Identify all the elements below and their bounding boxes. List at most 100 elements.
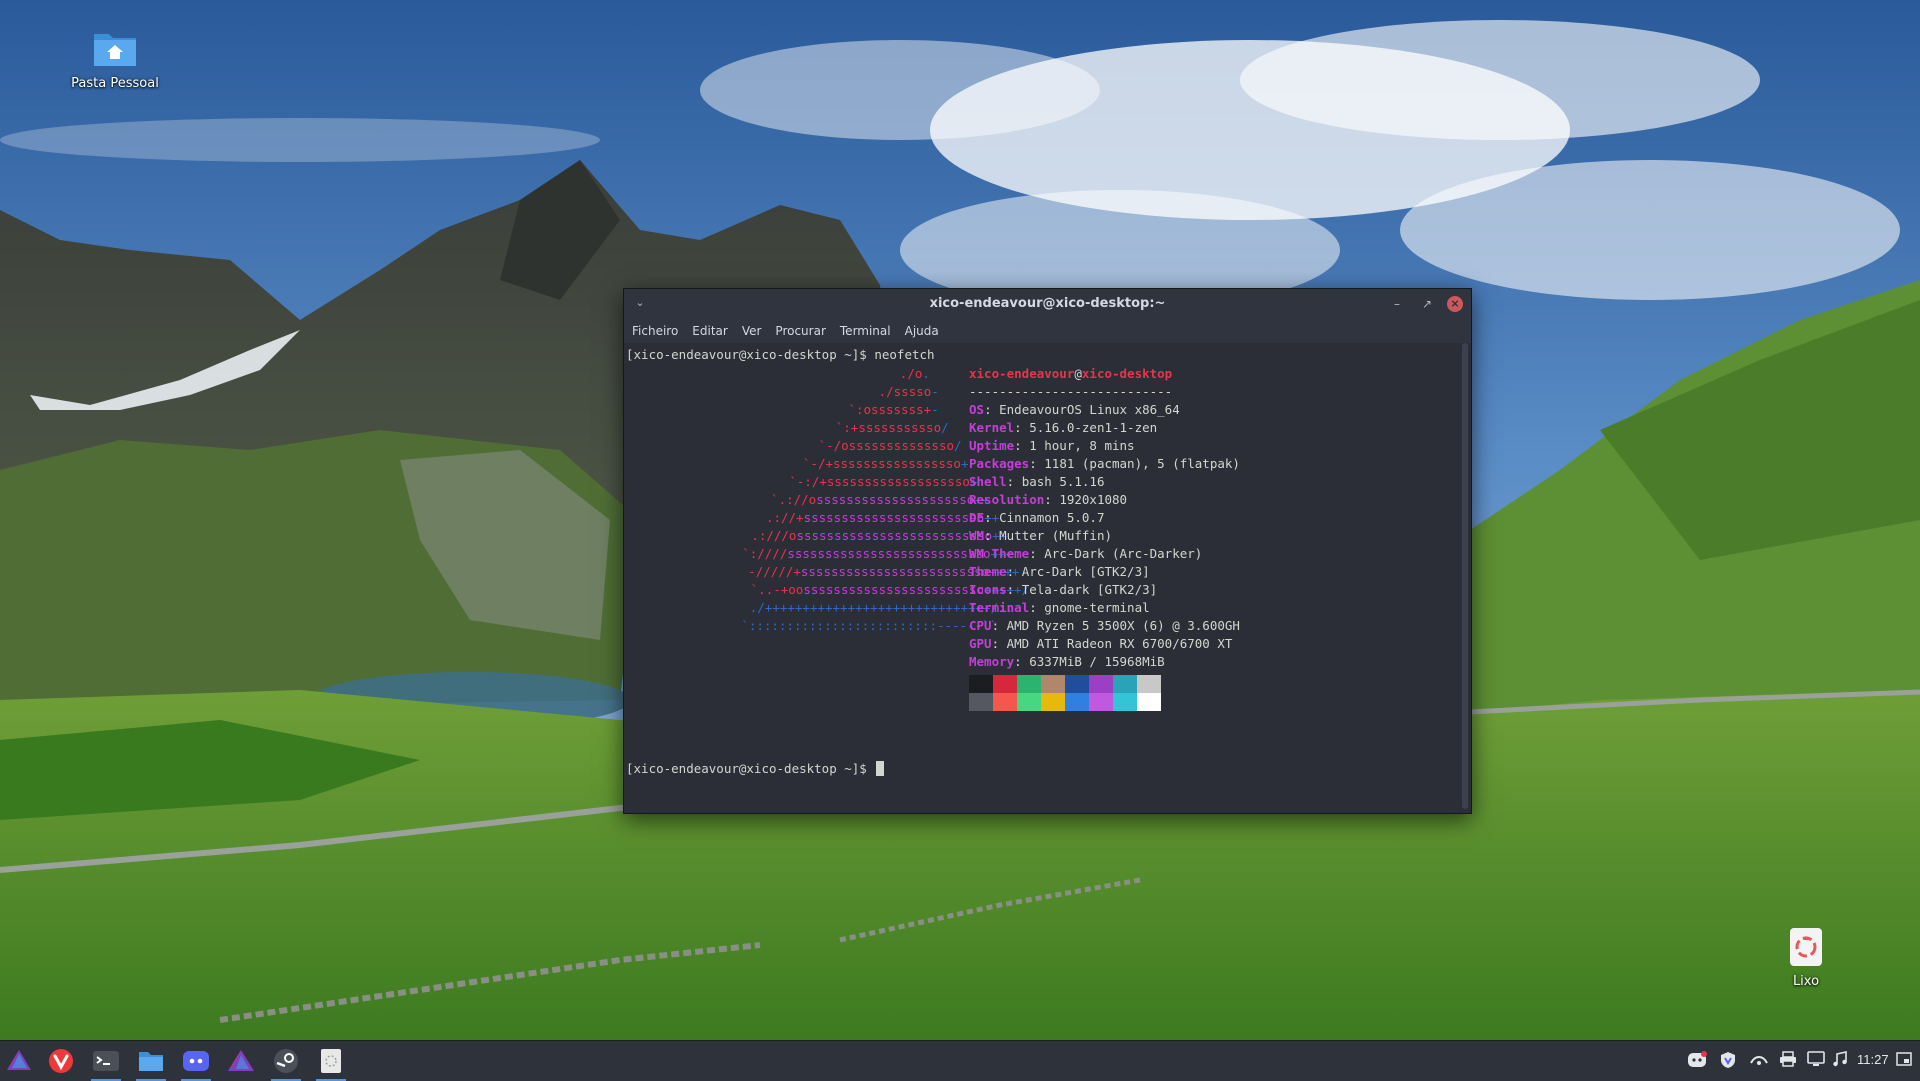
info-label: CPU xyxy=(969,618,992,633)
vpn-shield-icon xyxy=(1721,1052,1735,1068)
palette-swatch xyxy=(1089,675,1113,693)
neofetch-separator: --------------------------- xyxy=(969,384,1173,399)
window-title: xico-endeavour@xico-desktop:~ xyxy=(929,296,1166,311)
logo-segment-mag: ssssssssssssssssssssssso xyxy=(803,582,984,597)
tray-discord[interactable] xyxy=(1687,1051,1707,1071)
display-icon xyxy=(1807,1051,1825,1066)
taskbar-files[interactable] xyxy=(132,1045,170,1081)
info-line: Resolution: 1920x1080 xyxy=(969,491,1127,509)
menu-terminal[interactable]: Terminal xyxy=(833,319,898,343)
printer-icon xyxy=(1780,1051,1796,1067)
logo-segment-mag: ssssssssssssssssssssssssso xyxy=(796,528,993,543)
info-label: WM Theme xyxy=(969,546,1030,561)
text-cursor xyxy=(876,761,885,776)
info-line: DE: Cinnamon 5.0.7 xyxy=(969,509,1104,527)
palette-swatch xyxy=(1065,693,1089,711)
logo-line: ./sssso- xyxy=(879,383,939,401)
info-line: OS: EndeavourOS Linux x86_64 xyxy=(969,401,1180,419)
info-label: OS xyxy=(969,402,985,417)
info-value: : Cinnamon 5.0.7 xyxy=(984,510,1105,525)
info-label: Shell xyxy=(969,474,1007,489)
prompt-line[interactable]: [xico-endeavour@xico-desktop ~]$ xyxy=(626,761,885,776)
info-line: WM: Mutter (Muffin) xyxy=(969,527,1112,545)
logo-segment-mag: sssssssssssssssssssssssso xyxy=(800,564,990,579)
clock[interactable]: 11:27 xyxy=(1857,1052,1889,1067)
taskbar-notes[interactable] xyxy=(312,1045,350,1081)
logo-line: `-/+sssssssssssssssso+ xyxy=(803,455,969,473)
info-label: Resolution xyxy=(969,492,1045,507)
tray-printer[interactable] xyxy=(1778,1051,1798,1071)
info-label: Memory xyxy=(969,654,1015,669)
info-line: Terminal: gnome-terminal xyxy=(969,599,1150,617)
info-line: Shell: bash 5.1.16 xyxy=(969,473,1104,491)
info-line: Theme: Arc-Dark [GTK2/3] xyxy=(969,563,1150,581)
logo-segment-red: ./o xyxy=(899,366,923,381)
taskbar-endeavour-welcome[interactable] xyxy=(222,1045,260,1077)
logo-segment-blue: + xyxy=(960,456,969,471)
desktop-icon-trash[interactable]: Lixo xyxy=(1746,924,1866,989)
palette-swatch xyxy=(1137,675,1161,693)
menu-launcher[interactable] xyxy=(0,1045,38,1077)
trash-icon xyxy=(1790,928,1822,966)
terminal-output[interactable]: [xico-endeavour@xico-desktop ~]$ neofetc… xyxy=(624,343,1471,813)
desktop-icon-home[interactable]: Pasta Pessoal xyxy=(55,28,175,91)
info-label: Kernel xyxy=(969,420,1015,435)
logo-segment-red: .://+ xyxy=(765,510,804,525)
menu-procurar[interactable]: Procurar xyxy=(768,319,832,343)
logo-line: `:osssssss+- xyxy=(848,401,938,419)
menu-ajuda[interactable]: Ajuda xyxy=(898,319,946,343)
tray-display[interactable] xyxy=(1806,1051,1826,1071)
info-value: : Arc-Dark (Arc-Darker) xyxy=(1029,546,1203,561)
tray-vpn[interactable] xyxy=(1718,1051,1738,1071)
discord-tray-icon xyxy=(1688,1051,1707,1067)
info-value: : Tela-dark [GTK2/3] xyxy=(1006,582,1158,597)
taskbar-terminal[interactable] xyxy=(87,1045,125,1081)
tray-network[interactable] xyxy=(1749,1051,1769,1071)
logo-line: `:+sssssssssso/ xyxy=(836,419,949,437)
menu-editar[interactable]: Editar xyxy=(685,319,735,343)
logo-segment-blue: . xyxy=(922,366,930,381)
logo-line: .://+ssssssssssssssssssssssso++ xyxy=(766,509,999,527)
palette-swatch xyxy=(1041,675,1065,693)
taskbar-vivaldi[interactable] xyxy=(42,1045,80,1077)
logo-segment-red: `://// xyxy=(742,546,788,561)
taskbar-discord[interactable] xyxy=(177,1045,215,1081)
logo-line: `-:/+sssssssssssssssssso+ xyxy=(789,473,977,491)
desktop-icon-label: Lixo xyxy=(1792,974,1820,989)
terminal-icon xyxy=(93,1051,119,1071)
logo-segment-red: `:+sssssssssso xyxy=(835,420,942,435)
palette-swatch xyxy=(1137,693,1161,711)
minimize-button[interactable]: – xyxy=(1388,295,1406,313)
logo-segment-red: -/////+ xyxy=(748,564,801,579)
tray-music[interactable] xyxy=(1830,1051,1850,1071)
notes-icon xyxy=(321,1049,341,1073)
info-line: Icons: Tela-dark [GTK2/3] xyxy=(969,581,1157,599)
discord-icon xyxy=(183,1051,209,1071)
palette-swatch xyxy=(1065,675,1089,693)
logo-segment-red: `-/ossssssssssssso xyxy=(818,438,955,453)
info-label: WM xyxy=(969,528,985,543)
logo-segment-blue: - xyxy=(931,384,939,399)
close-button[interactable]: × xyxy=(1447,296,1463,312)
logo-segment-red: `-:/+sssssssssssssssssso xyxy=(789,474,970,489)
music-icon xyxy=(1833,1051,1847,1067)
logo-segment-red: .:///o xyxy=(751,528,797,543)
prompt-text: [xico-endeavour@xico-desktop ~]$ xyxy=(626,761,875,776)
terminal-window[interactable]: ⌄ xico-endeavour@xico-desktop:~ – ↗ × Fi… xyxy=(623,288,1472,814)
menu-ficheiro[interactable]: Ficheiro xyxy=(624,319,685,343)
command-line: [xico-endeavour@xico-desktop ~]$ neofetc… xyxy=(626,347,935,362)
terminal-scrollbar[interactable] xyxy=(1462,343,1468,809)
maximize-button[interactable]: ↗ xyxy=(1418,295,1436,313)
info-value: : 1 hour, 8 mins xyxy=(1014,438,1135,453)
show-desktop-button[interactable] xyxy=(1894,1051,1914,1071)
window-titlebar[interactable]: ⌄ xico-endeavour@xico-desktop:~ – ↗ × xyxy=(624,289,1471,319)
taskbar-steam[interactable] xyxy=(267,1045,305,1081)
info-line: Packages: 1181 (pacman), 5 (flatpak) xyxy=(969,455,1240,473)
menu-ver[interactable]: Ver xyxy=(735,319,769,343)
logo-segment-mag: sssssssssssssssssssssssssso xyxy=(787,546,991,561)
desktop-icon-label: Pasta Pessoal xyxy=(71,76,159,91)
palette-swatch xyxy=(1113,693,1137,711)
taskbar: 11:27 xyxy=(0,1040,1920,1081)
palette-swatch xyxy=(993,693,1017,711)
endeavour-menu-icon xyxy=(7,1050,31,1070)
